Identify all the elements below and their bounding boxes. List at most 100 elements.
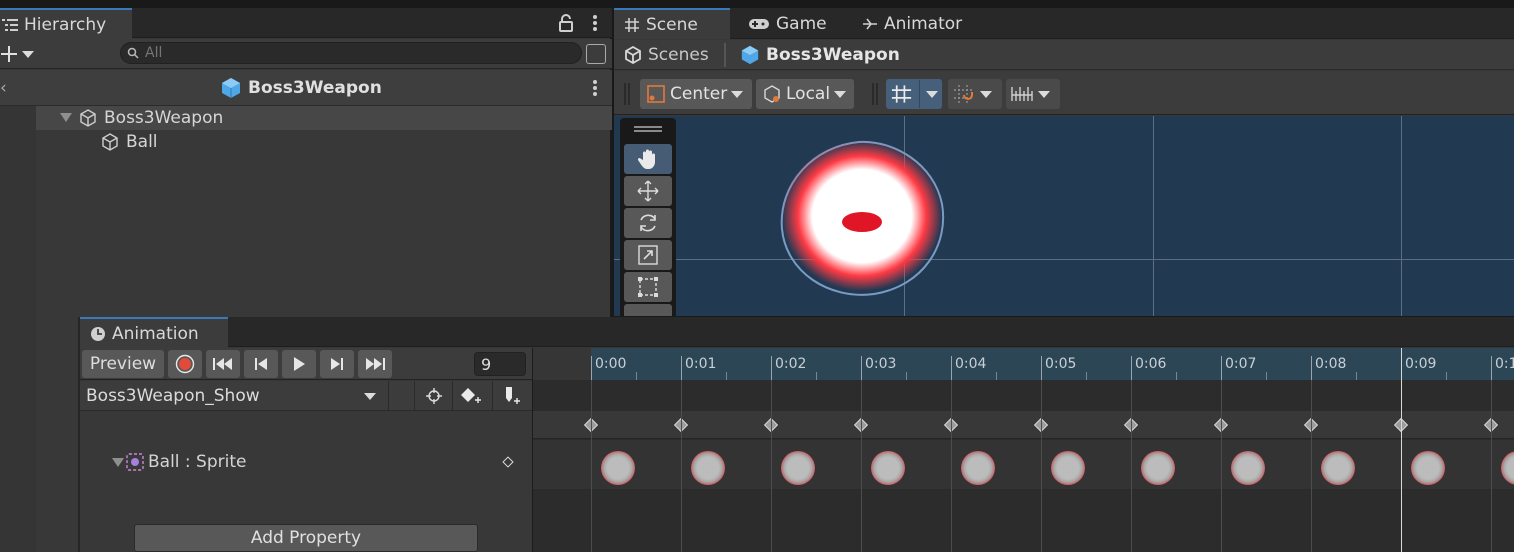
frame-gridline [1221,380,1222,552]
chevron-down-icon [926,90,938,98]
play-button[interactable] [282,350,316,378]
rotate-tool-button[interactable] [624,208,672,238]
playhead[interactable] [1401,348,1402,552]
prefab-cube-icon [741,45,759,65]
breadcrumb: Scenes Boss3Weapon [614,40,1514,70]
more-menu-icon[interactable] [590,78,600,98]
ball-sprite[interactable] [774,134,954,304]
sprite-keyframe-thumbnail[interactable] [691,451,725,485]
ruler-tick [1311,356,1312,380]
tab-game[interactable]: Game [738,8,838,39]
transform-tool-button[interactable] [624,304,672,316]
current-frame-field[interactable]: 9 [474,352,526,376]
search-input[interactable] [145,45,565,61]
frame-gridline [1041,380,1042,552]
ruler-icon [1011,87,1033,101]
move-arrows-icon [637,180,659,202]
record-icon [175,354,195,374]
timeline[interactable]: 0:00 0:01 0:02 0:03 0:04 0:05 0:06 0:07 0:08 0:09… [532,348,1514,552]
expand-arrow-icon[interactable] [60,113,72,122]
add-property-button[interactable]: Add Property [134,524,478,552]
tree-item-boss3weapon[interactable]: Boss3Weapon [0,106,612,130]
local-space-icon [764,85,780,103]
tab-scene-label: Scene [646,14,698,35]
prefab-cube-icon [222,78,240,98]
prefab-title-label: Boss3Weapon [248,78,382,98]
chevron-down-icon [731,90,744,98]
move-tool-button[interactable] [624,176,672,206]
expand-arrow-icon[interactable] [112,458,124,467]
tab-animation[interactable]: Animation [80,317,228,348]
scale-tool-button[interactable] [624,240,672,270]
hand-tool-button[interactable] [624,144,672,174]
overlay-grip[interactable] [634,126,662,128]
ruler-label: 0:04 [955,356,987,372]
ruler-minor-tick [996,372,997,380]
ruler-minor-tick [1266,372,1267,380]
sprite-keyframe-thumbnail[interactable] [871,451,905,485]
breadcrumb-scenes[interactable]: Scenes [624,43,709,67]
breadcrumb-prefab[interactable]: Boss3Weapon [740,43,900,67]
grid-line [1153,116,1154,316]
add-keyframe-button[interactable] [452,381,490,411]
add-event-icon [505,387,520,404]
sprite-keyframe-thumbnail[interactable] [601,451,635,485]
ruler-label: 0:00 [595,356,627,372]
add-event-button[interactable] [492,381,530,411]
back-arrow-icon[interactable]: ‹ [0,78,10,98]
grid-icon [891,85,912,103]
tab-hierarchy[interactable]: Hierarchy [0,8,132,39]
animation-panel: Animation Preview 9 Boss3Weapon_Show Bal… [78,317,1514,552]
preview-toggle-button[interactable]: Preview [82,350,164,378]
hierarchy-search[interactable] [120,42,582,64]
hierarchy-tab-label: Hierarchy [24,14,107,35]
timeline-ruler[interactable]: 0:00 0:01 0:02 0:03 0:04 0:05 0:06 0:07 0:08 0:09… [533,348,1514,380]
tree-item-ball[interactable]: Ball [0,130,612,154]
animation-tabbar: Animation [80,317,1514,348]
sprite-keyframe-thumbnail[interactable] [781,451,815,485]
clip-selector-dropdown[interactable]: Boss3Weapon_Show [82,382,386,410]
plus-icon [1,46,17,62]
chevron-down-icon [22,50,34,58]
record-button[interactable] [168,350,202,378]
next-keyframe-button[interactable] [320,350,354,378]
ruler-tick [1491,356,1492,380]
rect-tool-button[interactable] [624,272,672,302]
keyframe-diamond-icon[interactable] [502,456,514,468]
ruler-label: 0:10 [1495,356,1514,372]
ruler-label: 0:03 [865,356,897,372]
grid-visibility-dropdown[interactable] [886,79,942,109]
ruler-minor-tick [816,372,817,380]
toolbar-grip[interactable] [624,83,630,105]
space-mode-dropdown[interactable]: Local [756,79,854,109]
ruler-minor-tick [726,372,727,380]
more-menu-icon[interactable] [590,12,600,34]
ruler-minor-tick [1086,372,1087,380]
last-keyframe-button[interactable] [358,350,392,378]
sprite-keyframe-thumbnail[interactable] [961,451,995,485]
property-row[interactable]: Ball : Sprite [106,452,526,476]
scene-viewport[interactable] [614,116,1514,316]
hierarchy-toolbar [0,39,612,69]
tab-animator[interactable]: Animator [852,8,976,39]
search-options-icon[interactable] [586,44,606,64]
lock-icon[interactable] [558,14,574,32]
create-dropdown-button[interactable] [0,42,36,66]
ruler-label: 0:06 [1135,356,1167,372]
animator-icon [863,18,877,29]
increment-snap-dropdown[interactable] [1006,79,1060,109]
previous-keyframe-button[interactable] [244,350,278,378]
filter-by-selection-button[interactable] [414,381,452,411]
sprite-keyframe-thumbnail[interactable] [1321,451,1355,485]
toolbar-grip[interactable] [872,83,878,105]
sprite-keyframe-thumbnail[interactable] [1051,451,1085,485]
grid-hash-icon [625,17,639,32]
first-keyframe-button[interactable] [206,350,240,378]
tab-scene[interactable]: Scene [614,8,730,39]
sprite-keyframe-thumbnail[interactable] [1411,451,1445,485]
ruler-label: 0:05 [1045,356,1077,372]
sprite-keyframe-thumbnail[interactable] [1231,451,1265,485]
sprite-keyframe-thumbnail[interactable] [1141,451,1175,485]
pivot-mode-dropdown[interactable]: Center [640,79,752,109]
snap-settings-dropdown[interactable] [948,79,1002,109]
